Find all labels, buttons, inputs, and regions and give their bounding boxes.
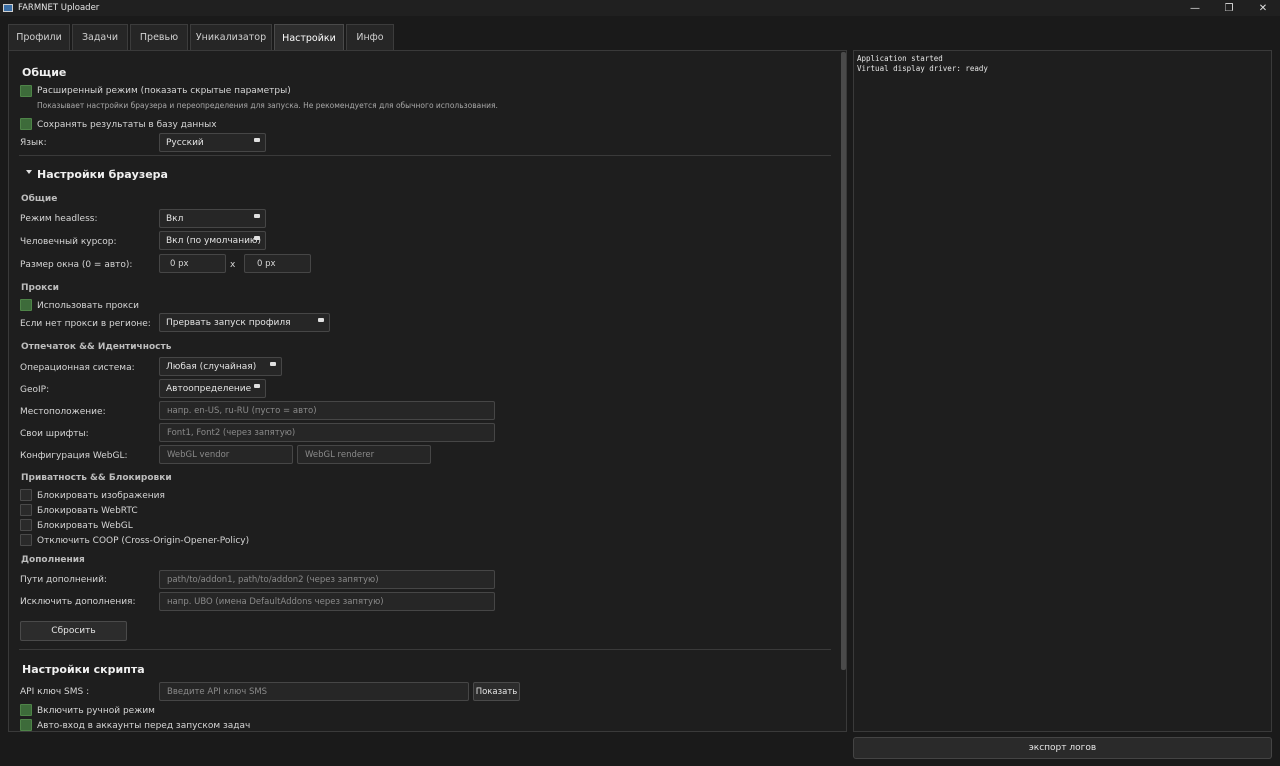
window-controls: — ❐ ✕ bbox=[1178, 0, 1280, 16]
fonts-input[interactable]: Font1, Font2 (через запятую) bbox=[159, 423, 495, 442]
api-key-input[interactable]: Введите API ключ SMS bbox=[159, 682, 469, 701]
block-images-label: Блокировать изображения bbox=[37, 491, 165, 501]
no-proxy-label: Если нет прокси в регионе: bbox=[20, 319, 151, 329]
tab-preview[interactable]: Превью bbox=[130, 24, 188, 50]
dropdown-icon bbox=[270, 362, 276, 366]
no-proxy-select[interactable]: Прервать запуск профиля bbox=[159, 313, 330, 332]
title-bar: FARMNET Uploader — ❐ ✕ bbox=[0, 0, 1280, 16]
browser-general-subtitle: Общие bbox=[21, 194, 58, 204]
webgl-renderer-input[interactable]: WebGL renderer bbox=[297, 445, 431, 464]
manual-mode-checkbox[interactable] bbox=[20, 704, 32, 716]
addon-paths-input[interactable]: path/to/addon1, path/to/addon2 (через за… bbox=[159, 570, 495, 589]
divider bbox=[19, 155, 831, 156]
dropdown-icon bbox=[318, 318, 324, 322]
divider bbox=[19, 649, 831, 650]
manual-mode-label: Включить ручной режим bbox=[37, 706, 155, 716]
log-line: Application started bbox=[857, 54, 943, 63]
webgl-vendor-input[interactable]: WebGL vendor bbox=[159, 445, 293, 464]
disable-coop-checkbox[interactable] bbox=[20, 534, 32, 546]
headless-value: Вкл bbox=[166, 213, 184, 224]
dropdown-icon bbox=[254, 384, 260, 388]
block-webgl-label: Блокировать WebGL bbox=[37, 521, 133, 531]
addon-paths-label: Пути дополнений: bbox=[20, 575, 107, 585]
fonts-label: Свои шрифты: bbox=[20, 429, 89, 439]
block-images-checkbox[interactable] bbox=[20, 489, 32, 501]
headless-select[interactable]: Вкл bbox=[159, 209, 266, 228]
use-proxy-label: Использовать прокси bbox=[37, 301, 139, 311]
log-line: Virtual display driver: ready bbox=[857, 63, 988, 73]
location-label: Местоположение: bbox=[20, 407, 106, 417]
app-icon bbox=[3, 4, 13, 12]
auto-login-checkbox[interactable] bbox=[20, 719, 32, 731]
show-api-key-button[interactable]: Показать bbox=[473, 682, 520, 701]
language-select[interactable]: Русский bbox=[159, 133, 266, 152]
cursor-value: Вкл (по умолчанию) bbox=[166, 235, 262, 246]
window-title: FARMNET Uploader bbox=[18, 3, 100, 13]
scrollbar-thumb[interactable] bbox=[841, 52, 846, 670]
window-size-separator: x bbox=[230, 260, 236, 270]
save-db-checkbox[interactable] bbox=[20, 118, 32, 130]
browser-settings-title[interactable]: Настройки браузера bbox=[37, 168, 168, 181]
api-key-label: API ключ SMS : bbox=[20, 687, 90, 697]
dropdown-icon bbox=[254, 138, 260, 142]
geoip-select[interactable]: Автоопределение bbox=[159, 379, 266, 398]
cursor-select[interactable]: Вкл (по умолчанию) bbox=[159, 231, 266, 250]
tab-tasks[interactable]: Задачи bbox=[72, 24, 128, 50]
tab-uniquifier[interactable]: Уникализатор bbox=[190, 24, 272, 50]
no-proxy-value: Прервать запуск профиля bbox=[166, 317, 291, 328]
exclude-addons-label: Исключить дополнения: bbox=[20, 597, 136, 607]
maximize-button[interactable]: ❐ bbox=[1212, 0, 1246, 16]
dropdown-icon bbox=[254, 214, 260, 218]
reset-button[interactable]: Сбросить bbox=[20, 621, 127, 641]
auto-login-label: Авто-вход в аккаунты перед запуском зада… bbox=[37, 721, 251, 731]
proxy-subtitle: Прокси bbox=[21, 283, 59, 293]
advanced-mode-label: Расширенный режим (показать скрытые пара… bbox=[37, 86, 291, 96]
language-label: Язык: bbox=[20, 138, 47, 148]
window-height-input[interactable]: 0 px bbox=[244, 254, 311, 273]
os-label: Операционная система: bbox=[20, 363, 135, 373]
tab-info[interactable]: Инфо bbox=[346, 24, 394, 50]
minimize-button[interactable]: — bbox=[1178, 0, 1212, 16]
tab-profiles[interactable]: Профили bbox=[8, 24, 70, 50]
log-panel[interactable]: Application started Virtual display driv… bbox=[853, 50, 1272, 732]
collapse-triangle-icon[interactable] bbox=[26, 167, 32, 177]
exclude-addons-input[interactable]: напр. UBO (имена DefaultAddons через зап… bbox=[159, 592, 495, 611]
advanced-mode-hint: Показывает настройки браузера и переопре… bbox=[37, 101, 498, 110]
script-settings-title: Настройки скрипта bbox=[22, 663, 145, 676]
settings-panel: Общие Расширенный режим (показать скрыты… bbox=[8, 50, 847, 732]
fingerprint-subtitle: Отпечаток && Идентичность bbox=[21, 342, 172, 352]
cursor-label: Человечный курсор: bbox=[20, 237, 117, 247]
dropdown-icon bbox=[254, 236, 260, 240]
os-value: Любая (случайная) bbox=[166, 361, 257, 372]
tab-bar: Профили Задачи Превью Уникализатор Настр… bbox=[8, 24, 396, 51]
block-webrtc-label: Блокировать WebRTC bbox=[37, 506, 138, 516]
geoip-value: Автоопределение bbox=[166, 383, 252, 394]
privacy-subtitle: Приватность && Блокировки bbox=[21, 473, 172, 483]
language-value: Русский bbox=[166, 137, 204, 148]
close-button[interactable]: ✕ bbox=[1246, 0, 1280, 16]
os-select[interactable]: Любая (случайная) bbox=[159, 357, 282, 376]
advanced-mode-checkbox[interactable] bbox=[20, 85, 32, 97]
disable-coop-label: Отключить COOP (Cross-Origin-Opener-Poli… bbox=[37, 536, 250, 546]
save-db-label: Сохранять результаты в базу данных bbox=[37, 120, 217, 130]
webgl-label: Конфигурация WebGL: bbox=[20, 451, 128, 461]
use-proxy-checkbox[interactable] bbox=[20, 299, 32, 311]
location-input[interactable]: напр. en-US, ru-RU (пусто = авто) bbox=[159, 401, 495, 420]
addons-subtitle: Дополнения bbox=[21, 555, 85, 565]
window-width-input[interactable]: 0 px bbox=[159, 254, 226, 273]
tab-settings[interactable]: Настройки bbox=[274, 24, 344, 51]
export-logs-button[interactable]: экспорт логов bbox=[853, 737, 1272, 759]
general-title: Общие bbox=[22, 66, 67, 79]
geoip-label: GeoIP: bbox=[20, 385, 50, 395]
block-webrtc-checkbox[interactable] bbox=[20, 504, 32, 516]
headless-label: Режим headless: bbox=[20, 214, 98, 224]
window-size-label: Размер окна (0 = авто): bbox=[20, 260, 133, 270]
block-webgl-checkbox[interactable] bbox=[20, 519, 32, 531]
